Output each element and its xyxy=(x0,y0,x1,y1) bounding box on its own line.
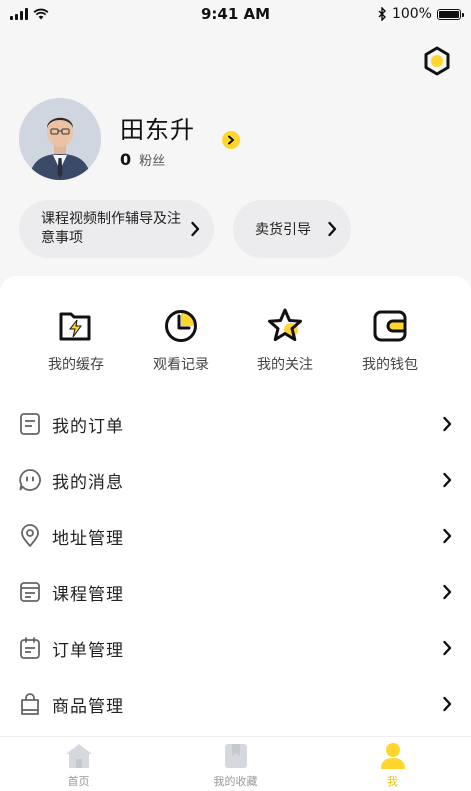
quick-label: 观看记录 xyxy=(153,357,209,373)
home-icon xyxy=(65,744,92,768)
profile-icon xyxy=(380,743,405,769)
wallet-icon xyxy=(373,310,407,342)
menu-label: 我的消息 xyxy=(52,472,124,493)
chevron-right-icon xyxy=(328,221,337,237)
menu-label: 商品管理 xyxy=(52,696,124,717)
wifi-icon xyxy=(33,8,49,20)
chevron-right-icon xyxy=(191,221,200,237)
fans-label: 粉丝 xyxy=(139,154,166,169)
username: 田东升 xyxy=(120,116,195,144)
menu-row-my-orders[interactable]: 我的订单 xyxy=(0,396,471,452)
order-list-icon xyxy=(20,413,40,435)
status-bar: 9:41 AM 100% xyxy=(0,0,471,28)
message-icon xyxy=(19,469,41,491)
status-left xyxy=(10,8,130,20)
battery-percent: 100% xyxy=(391,6,432,22)
quick-label: 我的关注 xyxy=(257,357,313,373)
profile-detail-button[interactable] xyxy=(222,131,240,149)
menu-row-messages[interactable]: 我的消息 xyxy=(0,452,471,508)
menu-label: 订单管理 xyxy=(52,640,124,661)
folder-bolt-icon xyxy=(59,312,91,341)
menu-row-address[interactable]: 地址管理 xyxy=(0,508,471,564)
battery-icon xyxy=(436,8,464,20)
tab-label: 我 xyxy=(387,775,398,788)
guide-pill-course-video[interactable]: 课程视频制作辅导及注意事项 xyxy=(19,200,214,258)
menu-card: 我的缓存 观看记录 我的关注 我的钱包 我的订单 我的消息 地址管理 课程管理 … xyxy=(0,276,471,736)
quick-wallet[interactable]: 我的钱包 xyxy=(340,306,440,374)
chevron-right-icon xyxy=(443,640,452,656)
quick-follow[interactable]: 我的关注 xyxy=(235,306,335,374)
pill-label: 课程视频制作辅导及注意事项 xyxy=(41,211,181,246)
avatar[interactable] xyxy=(19,98,101,180)
menu-row-order-manage[interactable]: 订单管理 xyxy=(0,620,471,676)
quick-cache[interactable]: 我的缓存 xyxy=(26,306,126,374)
bookmark-icon xyxy=(224,744,247,768)
clock-icon xyxy=(165,310,197,342)
signal-icon xyxy=(10,8,28,20)
pill-label: 卖货引导 xyxy=(255,222,311,238)
tab-me[interactable]: 我 xyxy=(314,737,471,791)
avatar-portrait xyxy=(19,98,101,180)
quick-history[interactable]: 观看记录 xyxy=(131,306,231,374)
menu-label: 课程管理 xyxy=(52,584,124,605)
tab-bar: 首页 我的收藏 我 xyxy=(0,736,471,791)
tab-home[interactable]: 首页 xyxy=(0,737,157,791)
quick-label: 我的缓存 xyxy=(48,357,104,373)
hexagon-settings-icon xyxy=(424,46,450,76)
course-icon xyxy=(20,582,40,602)
guide-pill-sales[interactable]: 卖货引导 xyxy=(233,200,351,258)
settings-button[interactable] xyxy=(420,44,454,78)
menu-row-course-manage[interactable]: 课程管理 xyxy=(0,564,471,620)
chevron-right-icon xyxy=(443,696,452,712)
chevron-right-icon xyxy=(443,584,452,600)
location-pin-icon xyxy=(21,524,39,547)
chevron-right-icon xyxy=(443,416,452,432)
menu-row-goods-manage[interactable]: 商品管理 xyxy=(0,676,471,732)
chevron-right-icon xyxy=(443,528,452,544)
chevron-right-icon xyxy=(228,135,234,145)
shopping-bag-icon xyxy=(21,693,39,715)
quick-label: 我的钱包 xyxy=(362,357,418,373)
menu-label: 我的订单 xyxy=(52,416,124,437)
tab-label: 首页 xyxy=(67,775,90,788)
status-right: 100% xyxy=(341,6,464,22)
menu-label: 地址管理 xyxy=(52,528,124,549)
tab-label: 我的收藏 xyxy=(213,775,258,788)
fans-info[interactable]: 0 粉丝 xyxy=(120,150,165,169)
status-time: 9:41 AM xyxy=(200,5,271,23)
tab-favorites[interactable]: 我的收藏 xyxy=(157,737,314,791)
chevron-right-icon xyxy=(443,472,452,488)
bluetooth-icon xyxy=(378,7,386,21)
calendar-icon xyxy=(20,637,40,659)
fans-count: 0 xyxy=(120,150,132,169)
star-icon xyxy=(268,308,302,342)
